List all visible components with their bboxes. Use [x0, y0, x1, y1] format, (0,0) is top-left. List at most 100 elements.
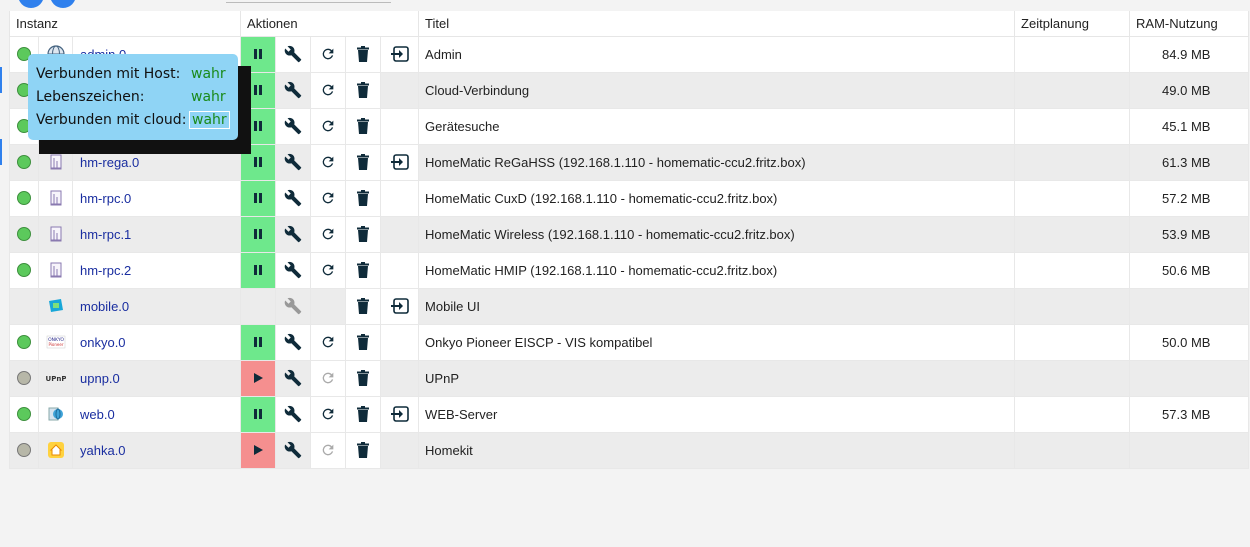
settings-button[interactable]: [275, 395, 312, 433]
instance-name[interactable]: hm-rpc.0: [71, 179, 242, 217]
delete-button[interactable]: [345, 71, 382, 109]
settings-button[interactable]: [275, 215, 312, 253]
restart-button[interactable]: [310, 71, 347, 109]
pause-button[interactable]: [240, 395, 277, 433]
restart-button[interactable]: [310, 323, 347, 361]
restart-button[interactable]: [310, 251, 347, 289]
homekit-icon: [39, 440, 72, 460]
restart-icon: [311, 334, 345, 350]
schedule-cell[interactable]: [1014, 395, 1131, 433]
settings-button[interactable]: [275, 179, 312, 217]
schedule-cell[interactable]: [1014, 107, 1131, 145]
instance-name[interactable]: upnp.0: [71, 359, 242, 397]
toolbar-button-2[interactable]: [50, 0, 76, 8]
schedule-cell[interactable]: [1014, 143, 1131, 181]
pause-icon: [241, 264, 275, 276]
delete-button[interactable]: [345, 107, 382, 145]
schedule-cell[interactable]: [1014, 71, 1131, 109]
pause-button[interactable]: [240, 251, 277, 289]
restart-icon: [311, 154, 345, 170]
settings-button[interactable]: [275, 287, 312, 325]
status-indicator[interactable]: [17, 443, 31, 457]
link-empty: [380, 323, 420, 361]
open-link-button[interactable]: [380, 35, 420, 73]
instance-name[interactable]: hm-rpc.1: [71, 215, 242, 253]
instance-name[interactable]: yahka.0: [71, 431, 242, 469]
status-indicator[interactable]: [17, 335, 31, 349]
settings-button[interactable]: [275, 323, 312, 361]
restart-button[interactable]: [310, 215, 347, 253]
pause-button[interactable]: [240, 179, 277, 217]
status-indicator[interactable]: [17, 227, 31, 241]
pause-button[interactable]: [240, 323, 277, 361]
pause-icon: [241, 156, 275, 168]
instance-title: Cloud-Verbindung: [418, 71, 1016, 109]
restart-icon: [311, 262, 345, 278]
column-ram[interactable]: RAM-Nutzung: [1129, 11, 1250, 37]
delete-button[interactable]: [345, 251, 382, 289]
settings-button[interactable]: [275, 35, 312, 73]
pause-button[interactable]: [240, 215, 277, 253]
schedule-cell[interactable]: [1014, 359, 1131, 397]
status-indicator[interactable]: [17, 263, 31, 277]
schedule-cell[interactable]: [1014, 179, 1131, 217]
schedule-cell[interactable]: [1014, 323, 1131, 361]
schedule-cell[interactable]: [1014, 287, 1131, 325]
link-empty: [380, 107, 420, 145]
open-link-button[interactable]: [380, 143, 420, 181]
delete-button[interactable]: [345, 35, 382, 73]
delete-button[interactable]: [345, 179, 382, 217]
svg-text:UPnP: UPnP: [46, 375, 66, 383]
restart-icon: [311, 226, 345, 242]
schedule-cell[interactable]: [1014, 431, 1131, 469]
restart-button[interactable]: [310, 107, 347, 145]
instance-name[interactable]: hm-rpc.2: [71, 251, 242, 289]
delete-button[interactable]: [345, 287, 382, 325]
settings-button[interactable]: [275, 359, 312, 397]
instance-name[interactable]: mobile.0: [71, 287, 242, 325]
toolbar-button-1[interactable]: [18, 0, 44, 8]
column-title[interactable]: Titel: [418, 11, 1016, 37]
column-schedule[interactable]: Zeitplanung: [1014, 11, 1131, 37]
web-icon: [39, 404, 72, 424]
schedule-cell[interactable]: [1014, 251, 1131, 289]
status-cell: [9, 251, 39, 289]
delete-button[interactable]: [345, 323, 382, 361]
delete-button[interactable]: [345, 215, 382, 253]
open-link-button[interactable]: [380, 287, 420, 325]
restart-button[interactable]: [310, 395, 347, 433]
schedule-cell[interactable]: [1014, 35, 1131, 73]
restart-icon: [311, 190, 345, 206]
column-actions[interactable]: Aktionen: [240, 11, 420, 37]
delete-button[interactable]: [345, 395, 382, 433]
filter-input-underline[interactable]: [226, 2, 391, 3]
status-indicator[interactable]: [17, 191, 31, 205]
status-indicator[interactable]: [17, 155, 31, 169]
restart-button[interactable]: [310, 179, 347, 217]
schedule-cell[interactable]: [1014, 215, 1131, 253]
adapter-icon-cell: ONKYO Pioneer: [38, 323, 73, 361]
column-instance[interactable]: Instanz: [8, 11, 242, 37]
play-button[interactable]: [240, 359, 277, 397]
status-indicator[interactable]: [17, 407, 31, 421]
tooltip-alive-value: wahr: [191, 88, 226, 105]
delete-button[interactable]: [345, 431, 382, 469]
play-button[interactable]: [240, 431, 277, 469]
delete-button[interactable]: [345, 359, 382, 397]
restart-button[interactable]: [310, 143, 347, 181]
settings-button[interactable]: [275, 71, 312, 109]
open-link-button[interactable]: [380, 395, 420, 433]
instance-title: HomeMatic CuxD (192.168.1.110 - homemati…: [418, 179, 1016, 217]
instance-name[interactable]: web.0: [71, 395, 242, 433]
settings-button[interactable]: [275, 107, 312, 145]
settings-button[interactable]: [275, 431, 312, 469]
table-header: Instanz Aktionen Titel Zeitplanung RAM-N…: [8, 11, 1250, 37]
adapter-icon-cell: [38, 215, 73, 253]
settings-button[interactable]: [275, 143, 312, 181]
restart-button[interactable]: [310, 35, 347, 73]
status-indicator[interactable]: [17, 371, 31, 385]
instance-name[interactable]: onkyo.0: [71, 323, 242, 361]
restart-icon: [311, 442, 345, 458]
delete-button[interactable]: [345, 143, 382, 181]
settings-button[interactable]: [275, 251, 312, 289]
